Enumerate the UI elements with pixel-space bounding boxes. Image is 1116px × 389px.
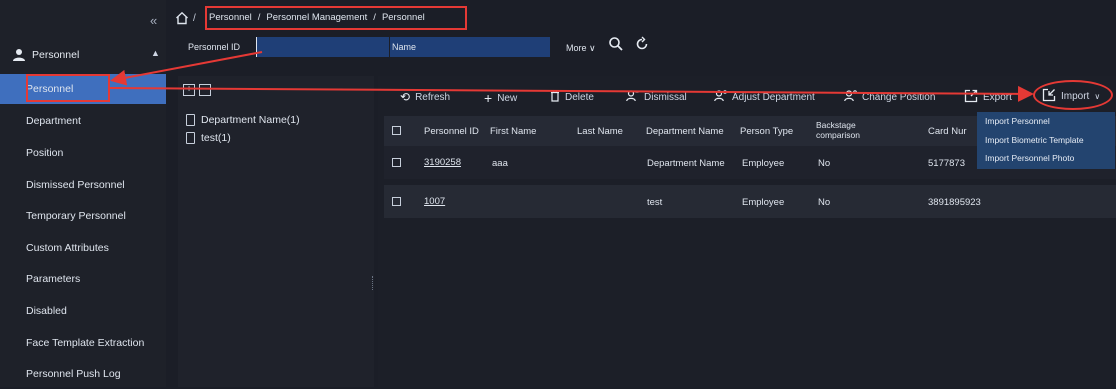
sidebar-item-personnel[interactable]: Personnel <box>0 74 166 104</box>
folder-icon <box>186 132 195 144</box>
panel-resize-handle[interactable] <box>372 276 376 290</box>
change-position-button[interactable]: Change Position <box>844 90 935 105</box>
cell-backstage: No <box>818 158 831 169</box>
import-dropdown-menu: Import Personnel Import Biometric Templa… <box>977 112 1115 169</box>
adjust-department-label: Adjust Department <box>732 92 815 103</box>
cell-card-number: 5177873 <box>928 158 965 169</box>
more-filters-button[interactable]: More ∨ <box>566 43 596 54</box>
personnel-id-link[interactable]: 1007 <box>424 196 445 207</box>
column-header[interactable]: Backstage comparison <box>816 120 878 140</box>
chevron-up-icon[interactable]: ▲ <box>151 48 160 58</box>
cell-department: Department Name <box>647 158 725 169</box>
sidebar-item-label: Temporary Personnel <box>26 210 126 222</box>
sidebar-item-department[interactable]: Department <box>0 106 166 136</box>
sidebar-item-label: Department <box>26 115 81 127</box>
dismissal-label: Dismissal <box>644 92 687 103</box>
person-remove-icon <box>626 90 639 105</box>
search-icon[interactable] <box>608 36 624 55</box>
sidebar-item-label: Position <box>26 147 64 159</box>
personnel-id-label: Personnel ID <box>188 42 241 52</box>
row-checkbox[interactable] <box>392 197 401 206</box>
tree-node[interactable]: test(1) <box>186 132 231 144</box>
reset-icon[interactable] <box>634 36 650 55</box>
new-label: New <box>497 92 518 104</box>
menu-item-import-biometric-template[interactable]: Import Biometric Template <box>985 135 1084 145</box>
cell-card-number: 3891895923 <box>928 197 981 208</box>
sidebar-item-personnel-push-log[interactable]: Personnel Push Log <box>0 359 166 389</box>
column-header[interactable]: Card Nur <box>928 126 967 137</box>
cell-backstage: No <box>818 197 831 208</box>
select-all-checkbox[interactable] <box>392 126 401 135</box>
menu-item-import-personnel-photo[interactable]: Import Personnel Photo <box>985 153 1074 163</box>
export-label: Export <box>983 92 1012 103</box>
sidebar-item-position[interactable]: Position <box>0 138 166 168</box>
plus-icon: + <box>484 90 493 106</box>
expand-all-icon[interactable]: + <box>183 84 195 96</box>
row-checkbox[interactable] <box>392 158 401 167</box>
home-icon[interactable] <box>175 11 189 25</box>
person-settings-icon <box>844 90 857 105</box>
cell-person-type: Employee <box>742 158 785 169</box>
column-header[interactable]: Last Name <box>577 126 623 137</box>
sidebar-item-label: Disabled <box>26 305 67 317</box>
sidebar-item-label: Personnel <box>26 83 74 95</box>
name-label-overlay: Name <box>392 42 417 52</box>
tree-node-label: test(1) <box>201 132 231 144</box>
column-header[interactable]: First Name <box>490 126 536 137</box>
column-header[interactable]: Person Type <box>740 126 793 137</box>
cell-department: test <box>647 197 663 208</box>
delete-button[interactable]: Delete <box>550 90 594 105</box>
folder-icon <box>186 114 195 126</box>
cell-first-name: aaa <box>492 158 508 169</box>
personnel-id-link[interactable]: 3190258 <box>424 157 461 168</box>
import-highlight-circle <box>1033 80 1113 110</box>
menu-item-import-personnel[interactable]: Import Personnel <box>985 116 1050 126</box>
tree-toolbar: + − <box>183 84 211 96</box>
export-icon <box>964 89 978 106</box>
sidebar-group-personnel[interactable]: Personnel ▲ <box>0 42 166 68</box>
sidebar-item-label: Parameters <box>26 273 81 285</box>
sidebar-item-parameters[interactable]: Parameters <box>0 264 166 294</box>
export-button[interactable]: Export ∨ <box>964 89 1023 106</box>
table-row[interactable]: 1007 test Employee No 3891895923 <box>384 185 1116 218</box>
sidebar-item-label: Face Template Extraction <box>26 337 145 349</box>
personnel-id-input[interactable] <box>256 37 389 57</box>
sidebar-group-label: Personnel <box>32 49 80 61</box>
adjust-department-button[interactable]: Adjust Department <box>714 90 815 105</box>
person-settings-icon <box>714 90 727 105</box>
column-header[interactable]: Department Name <box>646 126 724 137</box>
cell-person-type: Employee <box>742 197 785 208</box>
refresh-button[interactable]: ⟲ Refresh <box>400 90 450 104</box>
trash-icon <box>550 90 560 105</box>
dismissal-button[interactable]: Dismissal <box>626 90 687 105</box>
breadcrumb-separator: / <box>193 13 196 24</box>
sidebar-item-label: Personnel Push Log <box>26 368 121 380</box>
chevron-down-icon: ∨ <box>1016 93 1023 102</box>
sidebar-item-temporary-personnel[interactable]: Temporary Personnel <box>0 201 166 231</box>
breadcrumb-highlight-box <box>205 6 467 30</box>
delete-label: Delete <box>565 92 594 103</box>
change-position-label: Change Position <box>862 92 936 103</box>
tree-node-label: Department Name(1) <box>201 114 300 126</box>
refresh-icon: ⟲ <box>400 90 411 104</box>
sidebar-item-label: Custom Attributes <box>26 242 109 254</box>
collapse-sidebar-icon[interactable]: « <box>150 13 157 28</box>
person-icon <box>12 48 26 62</box>
refresh-label: Refresh <box>415 91 451 103</box>
new-button[interactable]: + New <box>484 90 517 106</box>
collapse-all-icon[interactable]: − <box>199 84 211 96</box>
sidebar-item-label: Dismissed Personnel <box>26 179 125 191</box>
tree-node[interactable]: Department Name(1) <box>186 114 300 126</box>
sidebar-item-face-template-extraction[interactable]: Face Template Extraction <box>0 328 166 358</box>
column-header[interactable]: Personnel ID <box>424 126 479 137</box>
sidebar-item-disabled[interactable]: Disabled <box>0 296 166 326</box>
sidebar-item-custom-attributes[interactable]: Custom Attributes <box>0 233 166 263</box>
sidebar-item-dismissed-personnel[interactable]: Dismissed Personnel <box>0 170 166 200</box>
